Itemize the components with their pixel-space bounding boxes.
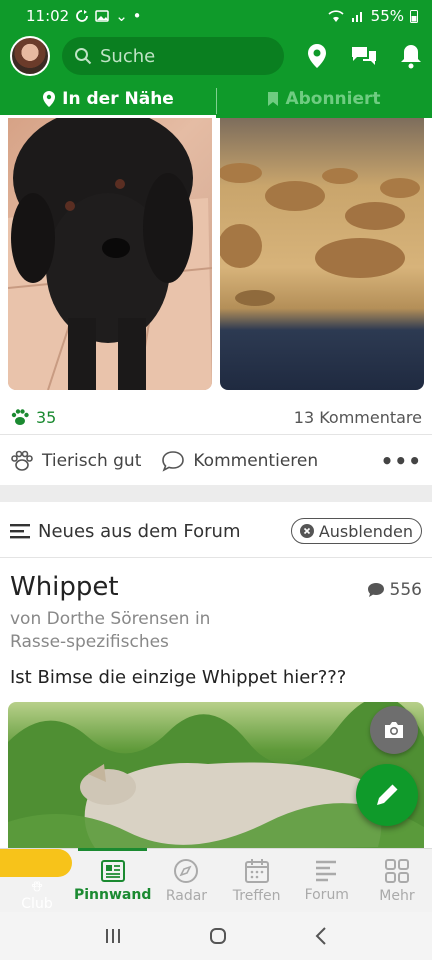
- forum-post-title[interactable]: Whippet: [10, 572, 119, 602]
- nav-label: Mehr: [379, 887, 415, 904]
- hide-button[interactable]: Ausblenden: [290, 518, 422, 544]
- paw-outline-icon: [11, 450, 33, 471]
- likes-counter[interactable]: 35: [10, 408, 56, 427]
- camera-icon: [385, 722, 403, 738]
- newspaper-icon: [100, 859, 125, 882]
- comment-button[interactable]: Kommentieren: [161, 450, 318, 472]
- nav-label: Treffen: [232, 887, 281, 904]
- grid-icon: [384, 858, 409, 883]
- calendar-icon: [244, 858, 269, 883]
- pencil-icon: [377, 784, 398, 805]
- back-icon[interactable]: [313, 926, 329, 946]
- battery-level: 55%: [370, 7, 404, 25]
- like-button[interactable]: Tierisch gut: [10, 450, 141, 472]
- sync-icon: [76, 10, 89, 22]
- hide-label: Ausblenden: [318, 521, 413, 541]
- nav-label: Radar: [165, 887, 208, 904]
- bookmark-icon: [268, 92, 279, 106]
- bell-icon[interactable]: [400, 43, 422, 69]
- comment-icon: [162, 451, 185, 472]
- paw-icon: [11, 409, 29, 425]
- chat-icon[interactable]: [350, 44, 378, 68]
- tab-label: In der Nähe: [62, 89, 174, 109]
- search-icon: [75, 48, 92, 65]
- app-bar: Suche: [0, 32, 432, 80]
- home-icon[interactable]: [208, 926, 228, 946]
- nav-forum[interactable]: Forum: [292, 849, 362, 912]
- post-stats: 35 13 Kommentare: [0, 404, 432, 430]
- forum-header: Neues aus dem Forum Ausblenden: [0, 514, 432, 548]
- speech-bubble-icon: [367, 583, 384, 597]
- signal-icon: [351, 12, 362, 22]
- nav-label: Club: [21, 896, 53, 912]
- nav-label: Pinnwand: [74, 886, 152, 903]
- search-input[interactable]: Suche: [62, 37, 284, 75]
- nav-club[interactable]: Club: [0, 849, 74, 912]
- post-photo-cookies[interactable]: [220, 118, 424, 390]
- club-highlight: [0, 849, 72, 878]
- camera-button[interactable]: [370, 706, 418, 754]
- location-pin-icon[interactable]: [306, 43, 328, 69]
- compass-icon: [174, 858, 199, 883]
- forum-comment-count: 556: [367, 580, 422, 600]
- forum-post-text[interactable]: Ist Bimse die einzige Whippet hier???: [10, 667, 346, 688]
- dog-image: [8, 118, 212, 390]
- dots-icon: ⌄ •: [115, 7, 142, 25]
- wifi-icon: [328, 10, 344, 22]
- avatar[interactable]: [10, 36, 50, 76]
- nav-treffen[interactable]: Treffen: [222, 849, 292, 912]
- post-actions: Tierisch gut Kommentieren •••: [0, 444, 432, 478]
- tab-label: Abonniert: [285, 89, 381, 109]
- battery-icon: [410, 10, 418, 23]
- bottom-nav: Club Pinnwand Radar Treffen Forum Mehr: [0, 848, 432, 912]
- list-icon: [10, 524, 30, 539]
- divider: [0, 557, 432, 558]
- forum-post-meta: von Dorthe Sörensen in Rasse-spezifische…: [10, 609, 211, 652]
- comment-count-value: 556: [389, 580, 422, 600]
- location-pin-icon: [43, 91, 56, 107]
- post-photo-dog[interactable]: [8, 118, 212, 390]
- more-options-button[interactable]: •••: [381, 449, 422, 473]
- recent-apps-icon[interactable]: [103, 927, 123, 945]
- compose-button[interactable]: [356, 764, 418, 826]
- system-nav-bar: [0, 912, 432, 960]
- comments-count[interactable]: 13 Kommentare: [294, 408, 422, 427]
- likes-count: 35: [36, 407, 57, 427]
- close-circle-icon: [299, 524, 314, 538]
- tab-divider: [216, 88, 217, 114]
- paw-icon: [31, 881, 43, 892]
- status-bar: 11:02 ⌄ • 55%: [0, 0, 432, 32]
- divider: [0, 434, 432, 435]
- nav-label: Forum: [304, 886, 349, 903]
- comment-label: Kommentieren: [193, 451, 319, 471]
- clock: 11:02: [26, 7, 70, 25]
- cookies-image: [220, 163, 420, 306]
- gallery-icon: [95, 10, 109, 22]
- forum-icon: [315, 860, 336, 881]
- post-card: 35 13 Kommentare Tierisch gut Kommentier…: [0, 118, 432, 485]
- like-label: Tierisch gut: [42, 451, 142, 471]
- tab-abonniert[interactable]: Abonniert: [216, 80, 432, 118]
- search-placeholder: Suche: [100, 45, 156, 67]
- forum-section-title: Neues aus dem Forum: [38, 520, 241, 542]
- tab-in-der-naehe[interactable]: In der Nähe: [0, 80, 216, 118]
- nav-mehr[interactable]: Mehr: [362, 849, 432, 912]
- nav-pinnwand[interactable]: Pinnwand: [74, 848, 152, 912]
- nav-radar[interactable]: Radar: [151, 849, 221, 912]
